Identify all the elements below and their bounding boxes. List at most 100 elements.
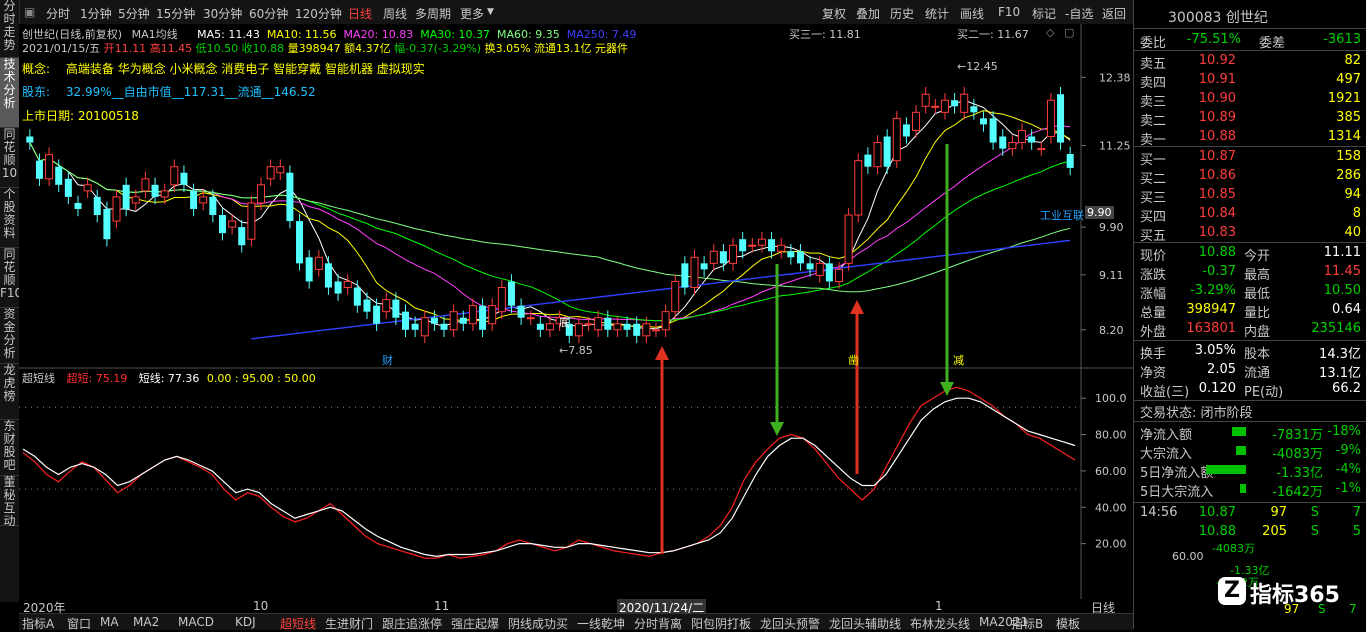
candle-body (604, 317, 612, 330)
stat-row: 涨幅 -3.29% 最低 10.50 (1134, 281, 1366, 302)
left-tab-8[interactable]: 董秘互动 (0, 476, 19, 528)
bid-volume: 158 (1336, 149, 1361, 164)
left-tab-4[interactable]: 同花顺F10 (0, 248, 22, 308)
flow-row: 5日大宗流入 -1642万 -1% (1134, 479, 1366, 500)
indicator-tick-label: 80.00 (1095, 429, 1127, 442)
indicator-name[interactable]: 超短线 (22, 372, 55, 385)
flow-bar (1236, 446, 1246, 455)
left-tab-3[interactable]: 个股资料 (0, 188, 19, 248)
indicator-tab-8[interactable]: 跟庄追涨停 (382, 615, 442, 632)
left-tab-6[interactable]: 龙虎榜 (0, 364, 19, 420)
stat2-label-2: PE(动) (1244, 385, 1284, 400)
candle-body (883, 136, 891, 167)
weicha-value: -3613 (1323, 32, 1361, 47)
dropdown-icon[interactable]: ▼ (487, 7, 494, 17)
period-weekly[interactable]: 周线 (383, 5, 407, 22)
indicator-tab-2[interactable]: MA (100, 615, 119, 629)
settings-icon[interactable]: ◇ (1046, 26, 1054, 39)
watchlist-button[interactable]: -自选 (1065, 5, 1093, 22)
candle-body (815, 262, 824, 276)
stat-value-2: 10.50 (1323, 283, 1361, 298)
indicator-tab-6[interactable]: 超短线 (280, 615, 316, 632)
stat2-row: 换手 3.05% 股本 14.3亿 (1134, 341, 1366, 362)
period-120min[interactable]: 120分钟 (295, 5, 342, 22)
indicator-tabs: 指标A 窗口 MA MA2 MACD KDJ 超短线 生进财门 跟庄追涨停 强庄起爆 阴线成功买 一线… (19, 613, 1133, 632)
period-15min[interactable]: 15分钟 (156, 5, 195, 22)
indicator-tab-15[interactable]: 龙回头辅助线 (829, 615, 901, 632)
indicator-tab-11[interactable]: 一线乾坤 (577, 615, 625, 632)
kline-chart[interactable]: 12.38 11.25 9.90 9.11 8.20 100.0 80.00 60.00 40.… (19, 24, 1133, 600)
stats-button[interactable]: 统计 (925, 5, 949, 22)
indicator-tab-4[interactable]: MACD (178, 615, 214, 629)
left-tab-5[interactable]: 资金分析 (0, 308, 19, 364)
period-fenshi[interactable]: 分时 (46, 5, 70, 22)
tick-volume: 205 (1262, 524, 1287, 539)
left-tab-1[interactable]: 技术分析 (0, 58, 19, 128)
candle-body (353, 287, 361, 306)
candle-body (777, 244, 786, 252)
indicator-tab-19[interactable]: 模板 (1056, 615, 1080, 632)
left-tab-7[interactable]: 东财股吧 (0, 420, 19, 476)
history-button[interactable]: 历史 (890, 5, 914, 22)
overlay-button[interactable]: 叠加 (856, 5, 880, 22)
indicator-legend: 超短线 超短: 75.19 短线: 77.36 0.00 : 95.00 : 5… (22, 370, 316, 386)
candle-body (748, 244, 757, 247)
indicator-tab-7[interactable]: 生进财门 (325, 615, 373, 632)
period-5min[interactable]: 5分钟 (118, 5, 150, 22)
period-daily[interactable]: 日线 (348, 5, 372, 22)
indicator-tab-9[interactable]: 强庄起爆 (451, 615, 499, 632)
fuquan-button[interactable]: 复权 (822, 5, 846, 22)
period-more[interactable]: 更多 (460, 5, 484, 22)
back-button[interactable]: 返回 (1102, 5, 1126, 22)
candle-body (507, 281, 515, 306)
stock-code-name[interactable]: 300083 创世纪 (1168, 7, 1268, 27)
indicator-tick-label: 100.0 (1095, 392, 1127, 405)
candle-body (979, 118, 987, 125)
candle-body (999, 136, 1007, 149)
indicator-tab-0[interactable]: 指标A (22, 615, 54, 632)
candle-body (960, 93, 969, 113)
industry-tag[interactable]: 工业互联 (1040, 207, 1084, 223)
left-tab-label: 个股资料 (3, 187, 16, 240)
indicator-tick-label: 40.00 (1095, 501, 1127, 514)
bid-price: 10.86 (1198, 168, 1236, 183)
candle-body (324, 263, 332, 288)
ohlc-line: 2021/01/15/五 开11.11 高11.45 低10.50 收10.88… (22, 40, 628, 56)
candle-body (719, 251, 727, 264)
left-tab-2[interactable]: 同花顺10 (0, 128, 19, 188)
mark-button[interactable]: 标记 (1032, 5, 1056, 22)
left-tab-0[interactable]: 分时走势 (0, 0, 19, 58)
weibi-row: 委比 -75.51% 委差 -3613 (1140, 32, 1361, 51)
candle-body (430, 317, 438, 324)
candle-body (449, 311, 458, 331)
holder-label: 股东: (22, 85, 51, 99)
candle-body (1046, 99, 1055, 137)
flow-pct: -4% (1335, 462, 1361, 477)
indicator-tab-12[interactable]: 分时背离 (634, 615, 682, 632)
indicator-tab-3[interactable]: MA2 (133, 615, 159, 629)
indicator-tab-5[interactable]: KDJ (235, 615, 256, 629)
candle-body (1008, 142, 1017, 150)
indicator-tab-14[interactable]: 龙回头预警 (760, 615, 820, 632)
ask-price: 10.91 (1198, 72, 1236, 87)
candle-body (468, 305, 477, 325)
period-multi[interactable]: 多周期 (415, 5, 451, 22)
chart-icon[interactable]: ▣ (24, 5, 35, 19)
candle-body (671, 280, 680, 313)
period-30min[interactable]: 30分钟 (203, 5, 242, 22)
tick-side: S (1310, 524, 1319, 539)
indicator-tab-1[interactable]: 窗口 (67, 615, 91, 632)
expand-icon[interactable]: ▢ (1064, 26, 1074, 39)
candle-body (199, 196, 208, 204)
left-tab-label: 同花顺10 (1, 127, 18, 180)
indicator-tab-10[interactable]: 阴线成功买 (508, 615, 568, 632)
indicator-tab-13[interactable]: 阳包阴打板 (691, 615, 751, 632)
indicator-tab-16[interactable]: 布林龙头线 (910, 615, 970, 632)
ask-row: 卖五 10.92 82 (1134, 51, 1366, 72)
candle-body (334, 281, 342, 294)
period-1min[interactable]: 1分钟 (80, 5, 112, 22)
indicator-tab-18[interactable]: 指标B (1011, 615, 1043, 632)
draw-button[interactable]: 画线 (960, 5, 984, 22)
period-60min[interactable]: 60分钟 (249, 5, 288, 22)
f10-button[interactable]: F10 (998, 5, 1020, 19)
